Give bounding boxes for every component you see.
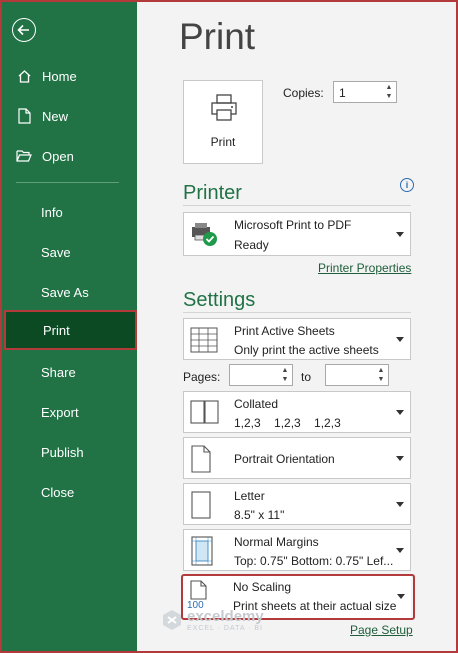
portrait-page-icon xyxy=(191,445,211,473)
nav-export-label: Export xyxy=(41,404,79,420)
margins-icon xyxy=(191,536,213,566)
orientation-line1: Portrait Orientation xyxy=(234,452,335,466)
print-what-line2: Only print the active sheets xyxy=(234,343,379,357)
nav-close-label: Close xyxy=(41,484,75,500)
printer-properties-link[interactable]: Printer Properties xyxy=(318,261,411,275)
printer-section-title: Printer xyxy=(183,182,242,204)
margins-line2: Top: 0.75" Bottom: 0.75" Lef... xyxy=(234,554,394,568)
chevron-down-icon xyxy=(396,456,404,461)
chevron-down-icon xyxy=(396,337,404,342)
sheet-grid-icon xyxy=(190,327,218,353)
nav-info[interactable]: Info xyxy=(2,192,137,232)
page-title: Print xyxy=(179,16,256,57)
sidebar-divider xyxy=(16,182,119,183)
spin-down-icon[interactable]: ▼ xyxy=(384,92,394,101)
chevron-down-icon xyxy=(396,548,404,553)
spin-down-icon[interactable]: ▼ xyxy=(376,375,386,384)
nav-publish[interactable]: Publish xyxy=(2,432,137,472)
printer-ready-icon xyxy=(192,223,217,246)
letter-page-icon xyxy=(191,491,211,519)
pages-label: Pages: xyxy=(183,370,221,384)
settings-section-title: Settings xyxy=(183,289,256,311)
folder-open-icon xyxy=(16,148,32,164)
orientation-dropdown[interactable]: Portrait Orientation xyxy=(183,437,411,479)
printer-icon xyxy=(211,94,237,121)
print-button-label: Print xyxy=(210,135,236,149)
collation-line2: 1,2,3 1,2,3 1,2,3 xyxy=(234,416,341,430)
page-setup-link[interactable]: Page Setup xyxy=(350,623,413,637)
nav-open[interactable]: Open xyxy=(2,136,137,176)
printer-status: Ready xyxy=(234,238,269,252)
nav-open-label: Open xyxy=(42,148,74,164)
nav-export[interactable]: Export xyxy=(2,392,137,432)
new-document-icon xyxy=(16,108,32,124)
nav-save[interactable]: Save xyxy=(2,232,137,272)
nav-save-label: Save xyxy=(41,244,71,260)
home-icon xyxy=(16,68,32,84)
paper-size-dropdown[interactable]: Letter 8.5" x 11" xyxy=(183,483,411,525)
collated-pages-icon xyxy=(190,400,219,424)
chevron-down-icon xyxy=(396,410,404,415)
print-what-dropdown[interactable]: Print Active Sheets Only print the activ… xyxy=(183,318,411,360)
settings-section-divider xyxy=(183,312,411,313)
nav-save-as[interactable]: Save As xyxy=(2,272,137,312)
copies-value: 1 xyxy=(339,86,346,100)
nav-new-label: New xyxy=(42,108,69,124)
nav-print-label: Print xyxy=(43,322,70,338)
copies-label: Copies: xyxy=(283,86,324,100)
pages-from-spin[interactable]: ▲ ▼ xyxy=(280,366,290,386)
watermark-name: exceldemy xyxy=(187,608,264,625)
pages-to-input[interactable]: ▲ ▼ xyxy=(325,364,389,386)
print-button[interactable]: Print xyxy=(183,80,263,164)
back-button[interactable] xyxy=(12,18,36,42)
pages-to-label: to xyxy=(301,370,312,384)
copies-stepper[interactable]: 1 ▲ ▼ xyxy=(333,81,397,103)
printer-dropdown[interactable]: Microsoft Print to PDF Ready xyxy=(183,212,411,256)
nav-share[interactable]: Share xyxy=(2,352,137,392)
margins-line1: Normal Margins xyxy=(234,535,319,549)
nav-print[interactable]: Print xyxy=(4,310,137,350)
info-icon[interactable]: i xyxy=(400,178,414,192)
nav-home-label: Home xyxy=(42,68,77,84)
nav-home[interactable]: Home xyxy=(2,56,137,96)
paper-size-line1: Letter xyxy=(234,489,265,503)
nav-close[interactable]: Close xyxy=(2,472,137,512)
back-arrow-icon xyxy=(17,24,29,36)
collation-dropdown[interactable]: Collated 1,2,3 1,2,3 1,2,3 xyxy=(183,391,411,433)
printer-name: Microsoft Print to PDF xyxy=(234,218,352,232)
watermark: exceldemy EXCEL · DATA · BI xyxy=(161,608,264,632)
spin-down-icon[interactable]: ▼ xyxy=(280,375,290,384)
nav-save-as-label: Save As xyxy=(41,284,89,300)
print-what-line1: Print Active Sheets xyxy=(234,324,335,338)
chevron-down-icon xyxy=(396,502,404,507)
watermark-tagline: EXCEL · DATA · BI xyxy=(187,625,263,632)
print-panel: Print Print Copies: 1 ▲ ▼ Printer i Micr… xyxy=(137,2,456,651)
collation-line1: Collated xyxy=(234,397,279,411)
paper-size-line2: 8.5" x 11" xyxy=(234,508,285,522)
nav-publish-label: Publish xyxy=(41,444,84,460)
nav-share-label: Share xyxy=(41,364,76,380)
backstage-sidebar: Home New Open Info Save Save As Print Sh… xyxy=(2,2,137,651)
window-frame: Home New Open Info Save Save As Print Sh… xyxy=(0,0,458,653)
copies-spin-buttons[interactable]: ▲ ▼ xyxy=(384,83,394,103)
spin-up-icon[interactable]: ▲ xyxy=(384,83,394,92)
nav-new[interactable]: New xyxy=(2,96,137,136)
spin-up-icon[interactable]: ▲ xyxy=(280,366,290,375)
pages-from-input[interactable]: ▲ ▼ xyxy=(229,364,293,386)
spin-up-icon[interactable]: ▲ xyxy=(376,366,386,375)
printer-section-divider xyxy=(183,205,411,206)
pages-to-spin[interactable]: ▲ ▼ xyxy=(376,366,386,386)
margins-dropdown[interactable]: Normal Margins Top: 0.75" Bottom: 0.75" … xyxy=(183,529,411,571)
chevron-down-icon xyxy=(396,232,404,237)
exceldemy-logo-icon xyxy=(163,610,181,630)
nav-info-label: Info xyxy=(41,204,63,220)
